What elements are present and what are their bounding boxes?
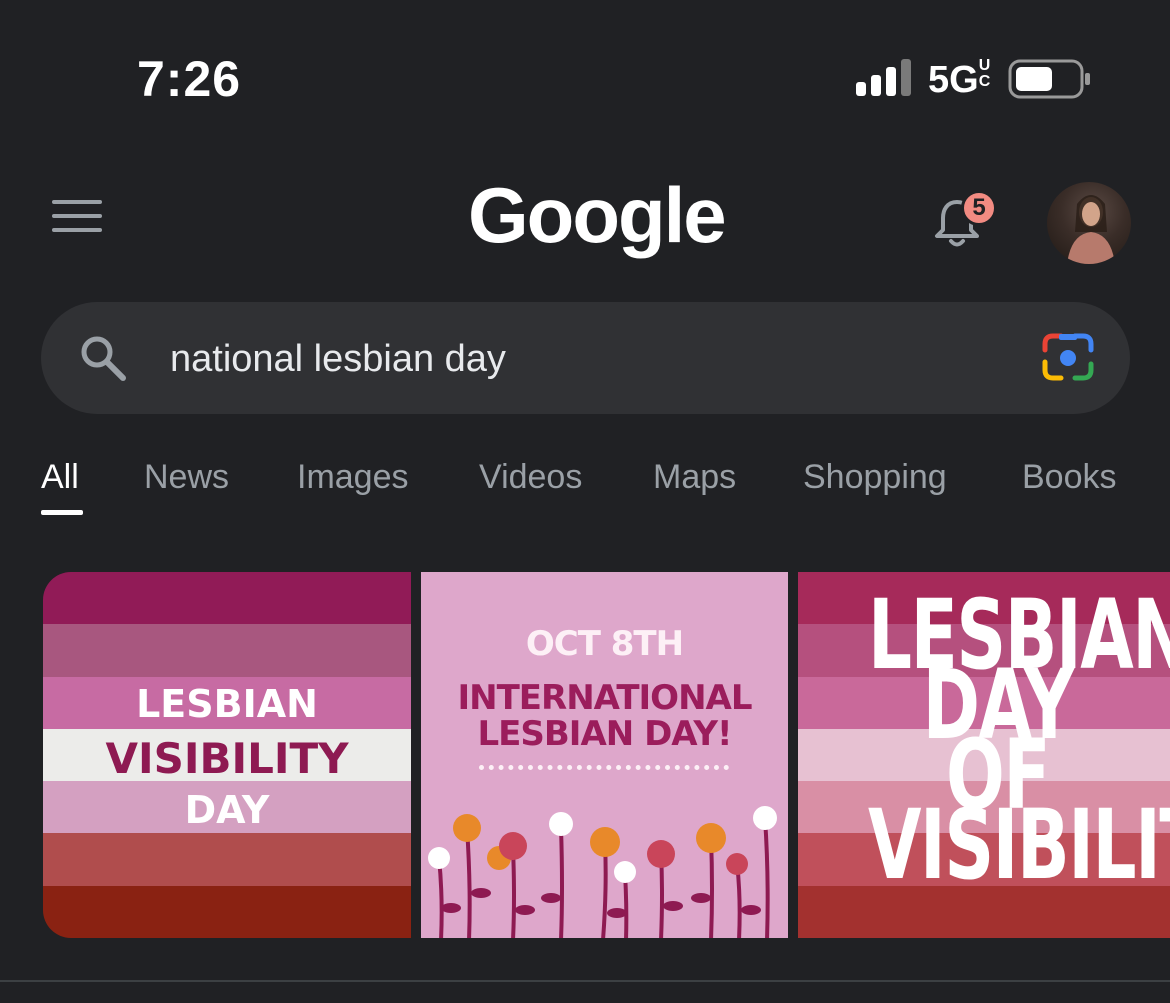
image-text-block: LESBIAN DAY OF VISIBILITY: [868, 587, 1170, 901]
tab-shopping[interactable]: Shopping: [803, 458, 947, 497]
flag-stripe: [43, 833, 411, 886]
image-result[interactable]: LESBIAN DAY OF VISIBILITY: [798, 572, 1170, 938]
menu-line: [52, 214, 102, 218]
flag-stripe: [43, 885, 411, 938]
image-text-line: VISIBILITY: [868, 789, 1170, 901]
menu-button[interactable]: [52, 200, 102, 236]
image-carousel[interactable]: LESBIAN VISIBILITY DAY OCT 8TH INTERNATI…: [0, 572, 1170, 940]
google-results-page: 7:26 5GUC Google 5 national lesbian day …: [0, 0, 1170, 1003]
camera-lens-icon[interactable]: [1041, 332, 1095, 382]
dotted-divider: [479, 765, 729, 771]
tab-books[interactable]: Books: [1022, 458, 1117, 497]
search-icon[interactable]: [77, 332, 129, 384]
image-text-line: VISIBILITY: [105, 734, 349, 783]
tab-all[interactable]: All: [41, 458, 79, 497]
divider: [0, 980, 1170, 982]
search-input[interactable]: national lesbian day: [170, 338, 506, 381]
image-text-date: OCT 8TH: [525, 624, 684, 664]
flowers-illustration: [428, 806, 777, 938]
image-result[interactable]: LESBIAN VISIBILITY DAY: [43, 572, 411, 938]
avatar-photo-icon: [1067, 195, 1115, 264]
flag-stripe: [43, 624, 411, 677]
tab-news[interactable]: News: [144, 458, 229, 497]
signal-icon: [856, 59, 911, 96]
tab-images[interactable]: Images: [297, 458, 409, 497]
tab-maps[interactable]: Maps: [653, 458, 736, 497]
network-indicator: 5GUC: [928, 57, 991, 102]
avatar[interactable]: [1047, 182, 1131, 264]
image-text-line: LESBIAN: [136, 682, 318, 726]
image-text-line: INTERNATIONAL: [457, 678, 752, 718]
notification-badge: 5: [961, 190, 997, 226]
image-result[interactable]: OCT 8TH INTERNATIONAL LESBIAN DAY!: [421, 572, 788, 938]
search-tabs: All News Images Videos Maps Shopping Boo…: [0, 458, 1170, 518]
image-text-line: LESBIAN DAY!: [477, 714, 733, 754]
image-text-title: INTERNATIONAL LESBIAN DAY!: [421, 680, 788, 752]
image-text-line: DAY: [184, 788, 270, 832]
menu-line: [52, 200, 102, 204]
google-logo[interactable]: Google: [468, 170, 727, 261]
flag-stripe: [43, 572, 411, 625]
menu-line: [52, 228, 102, 232]
battery-icon: [1008, 59, 1090, 99]
tab-videos[interactable]: Videos: [479, 458, 582, 497]
active-tab-indicator: [41, 510, 83, 515]
search-bar[interactable]: national lesbian day: [41, 302, 1130, 414]
status-time: 7:26: [137, 51, 242, 107]
